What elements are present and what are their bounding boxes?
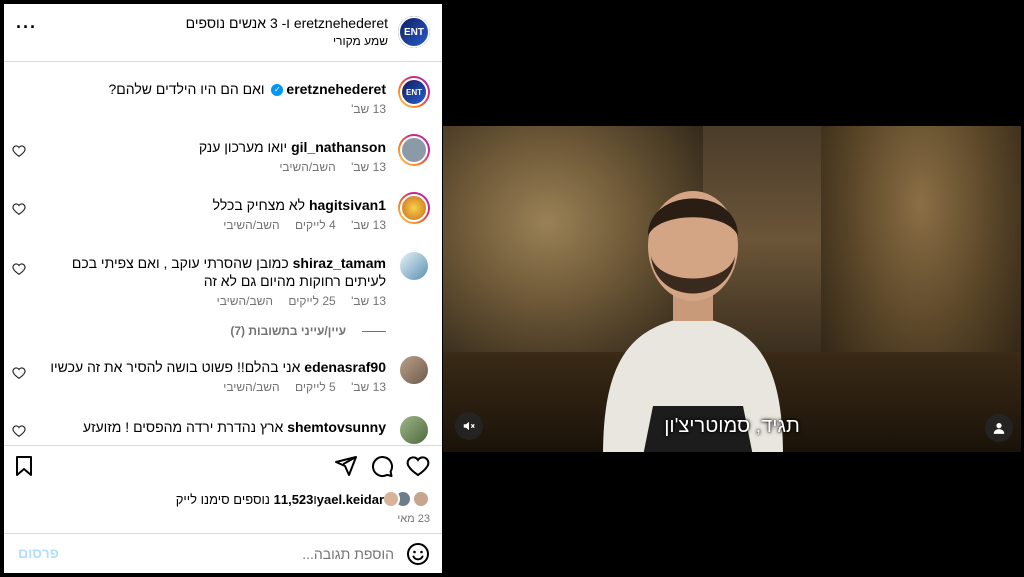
comment-item: hagitsivan1 לא מצחיק בכלל 13 שב' 4 לייקי… — [4, 192, 442, 248]
avatar[interactable] — [398, 250, 430, 282]
reply-button[interactable]: השב/השיבי — [223, 218, 279, 232]
replies-divider — [362, 330, 386, 332]
like-heart-icon[interactable] — [12, 202, 26, 216]
comment-time[interactable]: 13 שב' — [351, 102, 386, 116]
like-heart-icon[interactable] — [12, 144, 26, 158]
view-replies-button[interactable]: עיין/עייני בתשובות (7) — [230, 324, 386, 338]
avatar[interactable]: ENT — [398, 76, 430, 108]
likes-suffix: נוספים סימנו לייק — [175, 491, 270, 507]
comment-item: gil_nathanson יואו מערכון ענק 13 שב' השב… — [4, 134, 442, 190]
post-comment-button[interactable]: פרסום — [18, 545, 59, 561]
comment-item: shiraz_tamam כמובן שהסרתי עוקב , ואם צפי… — [4, 250, 442, 320]
emoji-icon[interactable] — [406, 542, 430, 566]
muted-speaker-icon[interactable] — [455, 412, 483, 440]
like-heart-icon[interactable] — [12, 424, 26, 438]
comment-time[interactable]: 13 שב' — [351, 160, 386, 174]
comment-username[interactable]: hagitsivan1 — [309, 197, 386, 213]
comment-likes[interactable]: 25 לייקים — [288, 294, 335, 308]
comment-bubble-icon[interactable] — [370, 454, 394, 478]
comment-text: ארץ נהדרת ירדה מהפסים ! מזועזע — [82, 419, 284, 435]
comment-text: אני בהלם!! פשוט בושה להסיר את זה עכשיו — [50, 359, 301, 375]
bookmark-save-icon[interactable] — [12, 454, 36, 478]
avatar[interactable] — [398, 134, 430, 166]
comment-text: יואו מערכון ענק — [198, 139, 288, 155]
avatar[interactable] — [398, 414, 430, 444]
post-panel: ENT eretznehederet ו- 3 אנשים נוספים שמע… — [4, 4, 442, 573]
likes-count[interactable]: 11,523 — [274, 492, 314, 507]
avatar — [382, 490, 400, 508]
comment-username[interactable]: gil_nathanson — [291, 139, 386, 155]
comment-text: ואם הם היו הילדים שלהם? — [108, 81, 265, 97]
eretz-nehederet-logo-icon: ENT — [402, 80, 426, 104]
reply-button[interactable]: השב/השיבי — [217, 294, 273, 308]
more-icon[interactable]: ··· — [16, 18, 40, 40]
comment-input[interactable] — [74, 542, 394, 566]
comment-likes[interactable]: 4 לייקים — [295, 218, 336, 232]
reel-video[interactable]: תגיד, סמוטריצ'ון — [443, 126, 1021, 452]
comment-username[interactable]: shiraz_tamam — [293, 255, 386, 271]
liker-username[interactable]: yael.keidar — [317, 492, 384, 507]
post-date[interactable]: 23 מאי — [397, 513, 430, 525]
reply-button[interactable]: השב/השיבי — [223, 380, 279, 394]
video-person — [603, 191, 783, 452]
avatar — [412, 490, 430, 508]
like-heart-icon[interactable] — [12, 262, 26, 276]
video-subtitle: תגיד, סמוטריצ'ון — [664, 415, 800, 437]
add-comment-bar: פרסום — [4, 533, 442, 573]
view-replies-label[interactable]: עיין/עייני בתשובות (7) — [230, 324, 346, 338]
author-avatar[interactable]: ENT — [398, 16, 430, 48]
video-background — [821, 126, 1021, 386]
user-tag-icon[interactable] — [985, 414, 1013, 442]
likes-summary: yael.keidarו11,523 נוספים סימנו לייק — [176, 490, 430, 508]
comment-text: לא מצחיק בכלל — [212, 197, 306, 213]
reply-button[interactable]: השב/השיבי — [279, 160, 335, 174]
comment-item: edenasraf90 אני בהלם!! פשוט בושה להסיר א… — [4, 354, 442, 410]
post-header: ENT eretznehederet ו- 3 אנשים נוספים שמע… — [4, 4, 442, 62]
comment-item: shemtovsunny ארץ נהדרת ירדה מהפסים ! מזו… — [4, 414, 442, 444]
post-actions: yael.keidarו11,523 נוספים סימנו לייק 23 … — [4, 445, 442, 531]
like-heart-icon[interactable] — [12, 366, 26, 380]
post-authors[interactable]: eretznehederet ו- 3 אנשים נוספים — [186, 15, 388, 31]
avatar[interactable] — [398, 192, 430, 224]
comment-likes[interactable]: 5 לייקים — [295, 380, 336, 394]
verified-badge-icon: ✓ — [271, 84, 284, 97]
comment-username[interactable]: shemtovsunny — [287, 419, 386, 435]
comment-time[interactable]: 13 שב' — [351, 294, 386, 308]
comments-list[interactable]: ENT eretznehederet✓ ואם הם היו הילדים של… — [4, 62, 442, 444]
comment-username[interactable]: eretznehederet — [286, 81, 386, 97]
comment-time[interactable]: 13 שב' — [351, 380, 386, 394]
comment-item: ENT eretznehederet✓ ואם הם היו הילדים של… — [4, 76, 442, 132]
comment-time[interactable]: 13 שב' — [351, 218, 386, 232]
share-send-icon[interactable] — [334, 454, 358, 478]
avatar[interactable] — [398, 354, 430, 386]
audio-label[interactable]: שמע מקורי — [333, 34, 388, 48]
like-heart-icon[interactable] — [406, 454, 430, 478]
comment-username[interactable]: edenasraf90 — [304, 359, 386, 375]
